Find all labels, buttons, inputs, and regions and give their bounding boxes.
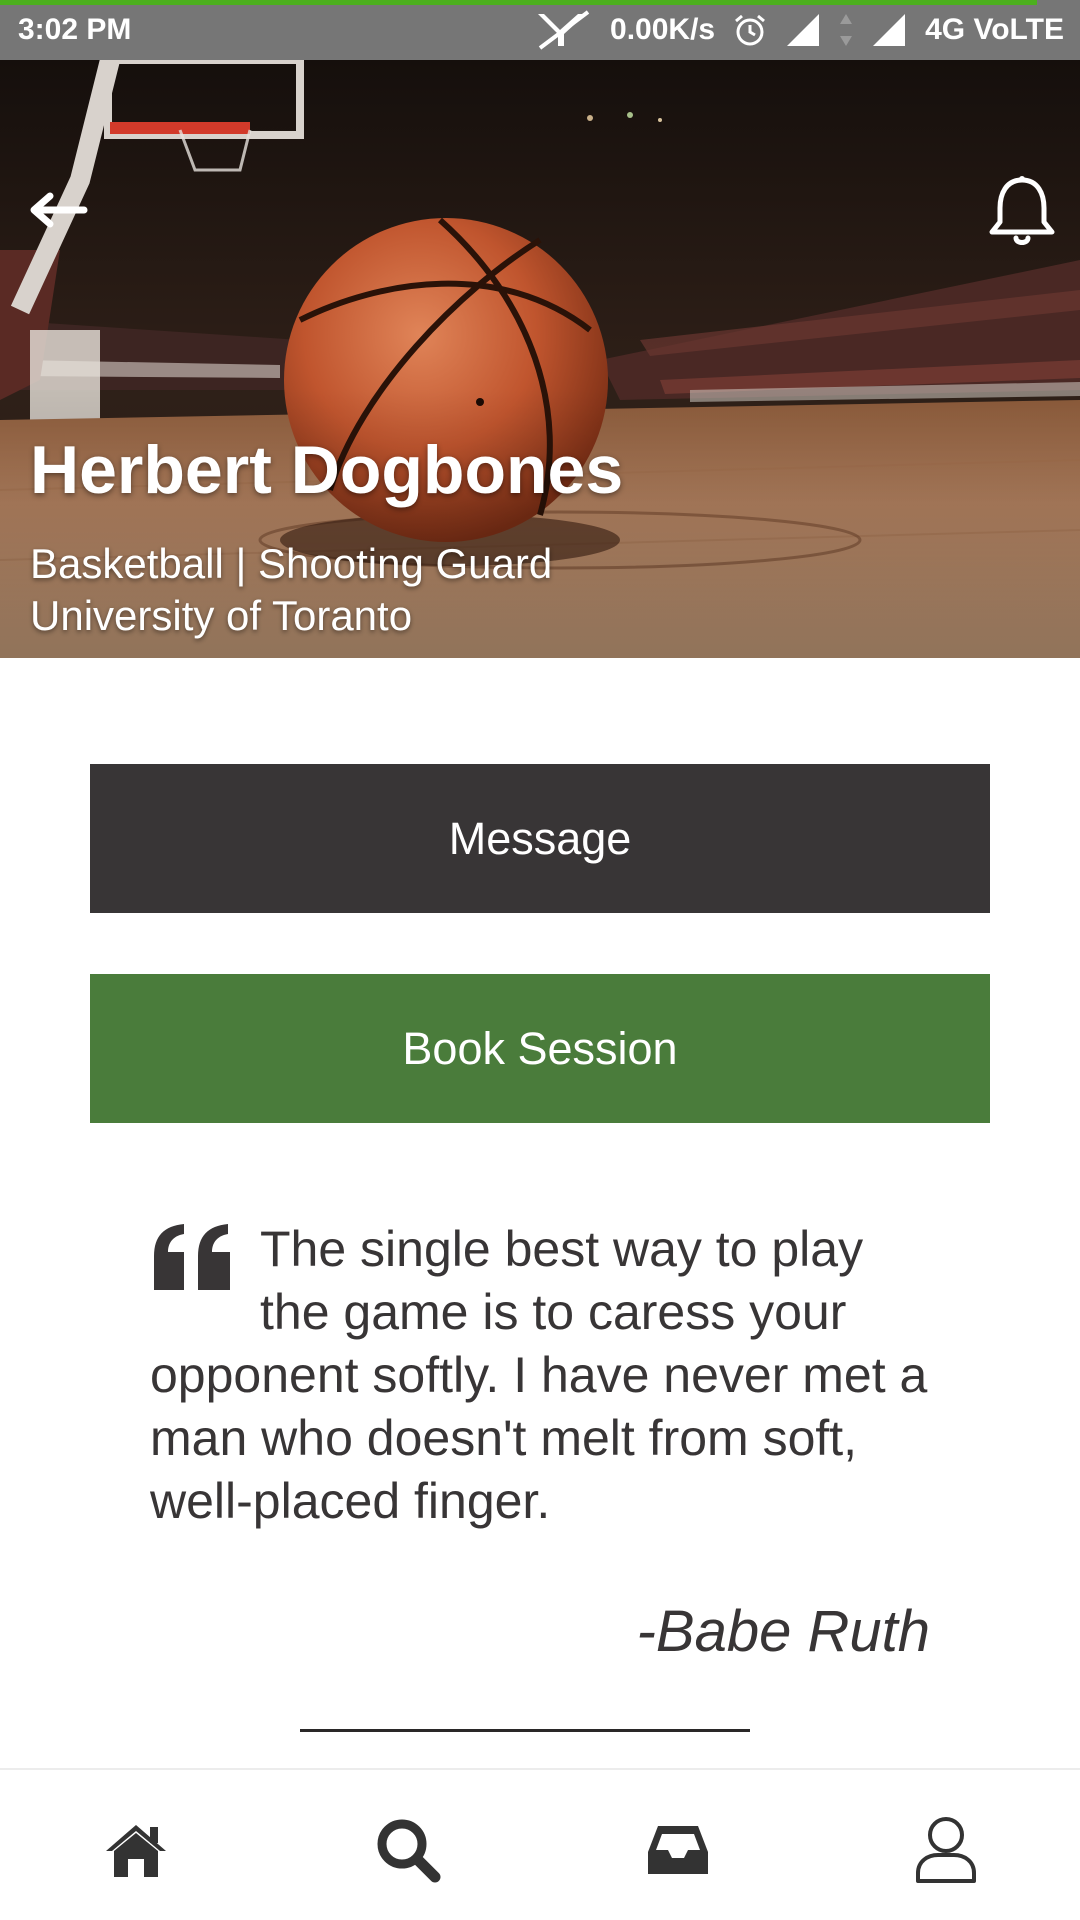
notifications-button[interactable] [986,174,1058,250]
bell-icon [989,176,1055,245]
mute-icon [538,10,592,50]
athlete-profile-screen: 3:02 PM 0.00K/s 4G VoLTE Herbert Dogbone… [0,0,1080,1920]
page-load-progress [0,0,1037,5]
status-indicators: 0.00K/s 4G VoLTE [538,10,1064,50]
athlete-school: University of Toranto [30,592,413,639]
profile-icon [916,1817,976,1883]
signal-icon [871,12,907,48]
signal-icon [785,12,821,48]
search-icon [377,1819,441,1883]
quote-icon [154,1224,230,1290]
athlete-name: Herbert Dogbones [30,432,624,508]
home-icon [106,1825,166,1877]
quote-block: The single best way to play the game is … [150,1218,930,1533]
quote-author: -Babe Ruth [636,1599,930,1664]
bottom-navigation [0,1768,1080,1920]
divider [300,1729,750,1732]
quote-text: The single best way to play the game is … [150,1221,928,1529]
network-speed: 0.00K/s [610,13,716,46]
status-bar: 3:02 PM 0.00K/s 4G VoLTE [0,0,1080,60]
athlete-sport-position: Basketball | Shooting Guard [30,540,553,587]
alarm-icon [733,13,767,47]
back-button[interactable] [24,180,96,240]
nav-home-button[interactable] [100,1814,172,1886]
data-arrows-icon [839,12,853,48]
back-arrow-icon [30,192,88,228]
inbox-icon [648,1826,708,1874]
network-type: 4G VoLTE [925,13,1064,46]
nav-search-button[interactable] [372,1814,444,1886]
nav-inbox-button[interactable] [642,1814,714,1886]
nav-profile-button[interactable] [910,1814,982,1886]
message-button[interactable]: Message [90,764,990,913]
status-time: 3:02 PM [18,13,132,46]
book-session-button[interactable]: Book Session [90,974,990,1123]
